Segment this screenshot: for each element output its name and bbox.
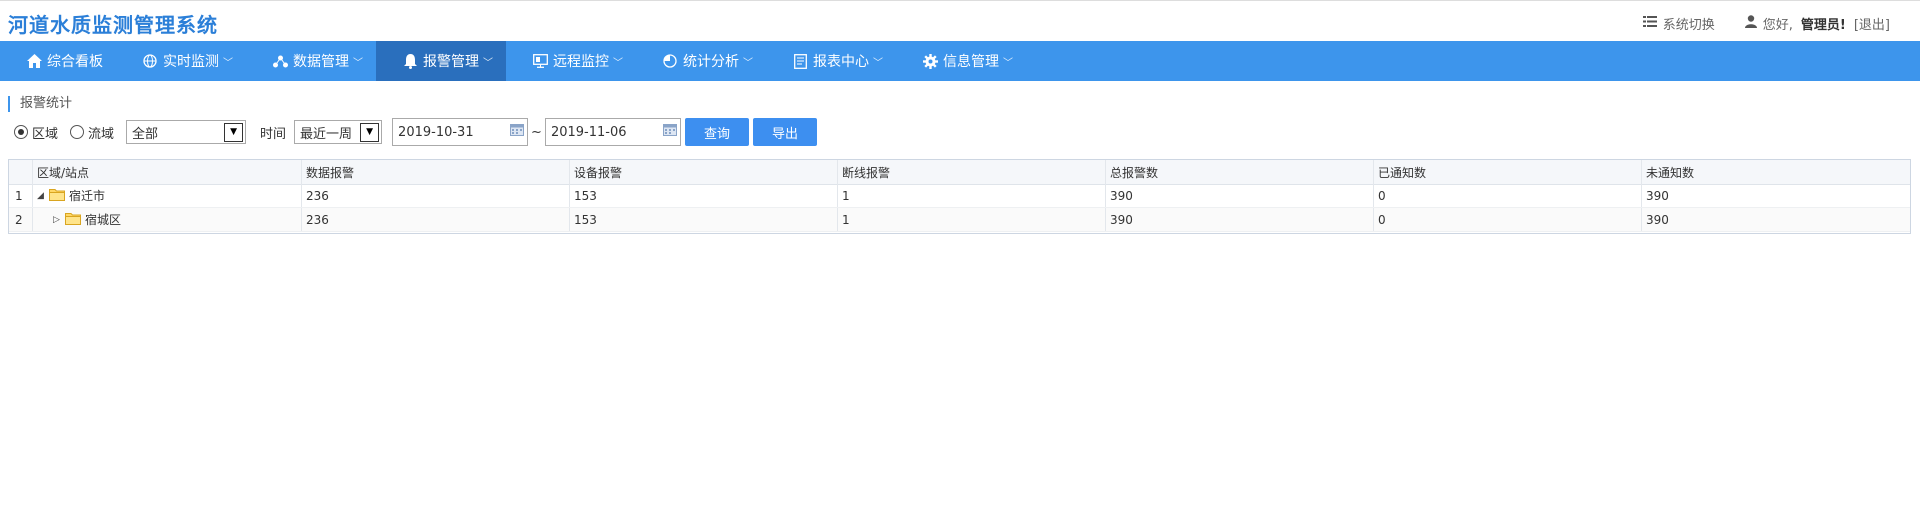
time-label: 时间: [260, 126, 287, 142]
offline-alarm-cell: 1: [838, 208, 1106, 231]
tree-node-label[interactable]: 宿城区: [85, 211, 121, 228]
nav-label: 远程监控: [553, 54, 609, 70]
not-notified-cell: 390: [1646, 188, 1669, 203]
table-header: 区域/站点 数据报警 设备报警 断线报警 总报警数 已通知数 未通知数: [9, 160, 1910, 185]
calendar-icon[interactable]: [510, 124, 525, 140]
nav-item-report[interactable]: 报表中心 ﹀: [766, 41, 896, 81]
column-header[interactable]: 断线报警: [838, 160, 1106, 184]
column-header[interactable]: 区域/站点: [33, 160, 302, 184]
expanded-arrow-icon[interactable]: ◢: [37, 191, 47, 201]
monitor-icon: [532, 53, 548, 69]
total-alarm-cell: 390: [1106, 184, 1374, 207]
notified-cell: 0: [1374, 184, 1642, 207]
filter-bar: 区域 流域 全部 ▼ 时间 最近一周 ▼ 2019-10-31 ~ 2019-1…: [14, 118, 817, 146]
area-select[interactable]: 全部 ▼: [126, 120, 247, 144]
tree-cell: ▷ 宿城区: [33, 208, 302, 231]
folder-icon: [65, 212, 81, 228]
column-header[interactable]: 设备报警: [570, 160, 838, 184]
user-info: 您好, 管理员! [退出]: [1744, 14, 1890, 33]
nav-label: 实时监测: [163, 54, 219, 70]
column-header[interactable]: 未通知数: [1642, 160, 1910, 184]
device-alarm-cell: 153: [570, 208, 838, 231]
user-icon: [1744, 15, 1757, 32]
row-index: 2: [9, 208, 33, 231]
date-to-input[interactable]: 2019-11-06: [544, 118, 681, 146]
collapsed-arrow-icon[interactable]: ▷: [53, 215, 63, 225]
nav-item-statistics[interactable]: 统计分析 ﹀: [636, 41, 766, 81]
header-index: [9, 160, 33, 184]
chevron-down-icon: ﹀: [743, 57, 753, 69]
chevron-down-icon: ﹀: [483, 57, 493, 69]
column-header[interactable]: 已通知数: [1374, 160, 1642, 184]
time-select[interactable]: 最近一周 ▼: [294, 120, 383, 144]
nav-label: 信息管理: [943, 54, 999, 70]
nav-label: 报警管理: [423, 54, 479, 70]
system-switch-button[interactable]: 系统切换: [1642, 14, 1715, 33]
home-icon: [26, 53, 42, 69]
header-right: 系统切换 您好, 管理员! [退出]: [1613, 14, 1890, 33]
data-alarm-cell: 236: [302, 184, 570, 207]
folder-icon: [49, 188, 65, 204]
radio-basin-label: 流域: [88, 126, 115, 142]
chevron-down-icon: ﹀: [613, 57, 623, 69]
nav-item-remote[interactable]: 远程监控 ﹀: [506, 41, 636, 81]
nav-label: 统计分析: [683, 54, 739, 70]
chevron-down-icon: ﹀: [1003, 57, 1013, 69]
not-notified-cell: 390: [1646, 212, 1669, 227]
nav-label: 数据管理: [293, 54, 349, 70]
tree-cell: ◢ 宿迁市: [33, 184, 302, 207]
data-alarm-cell: 236: [302, 208, 570, 231]
bell-icon: [402, 53, 418, 69]
globe-icon: [142, 53, 158, 69]
chevron-down-icon: ▼: [360, 122, 380, 142]
nav-label: 综合看板: [47, 54, 103, 70]
nav-item-dashboard[interactable]: 综合看板: [0, 41, 116, 81]
list-icon: [1642, 16, 1657, 31]
total-alarm-cell: 390: [1106, 208, 1374, 231]
chevron-down-icon: ▼: [224, 122, 244, 142]
system-switch-label: 系统切换: [1662, 18, 1715, 33]
date-from-input[interactable]: 2019-10-31: [392, 118, 529, 146]
main-nav: 综合看板 实时监测 ﹀ 数据管理 ﹀ 报警管理 ﹀ 远程监控 ﹀ 统计分析 ﹀ …: [0, 41, 1920, 81]
nav-item-info[interactable]: 信息管理 ﹀: [896, 41, 1026, 81]
report-icon: [792, 53, 808, 69]
pie-chart-icon: [662, 53, 678, 69]
area-select-value: 全部: [132, 126, 159, 142]
share-nodes-icon: [272, 53, 288, 69]
column-header[interactable]: 总报警数: [1106, 160, 1374, 184]
table-row[interactable]: 2 ▷ 宿城区 236 153 1 390 0 390: [9, 208, 1910, 232]
column-header[interactable]: 数据报警: [302, 160, 570, 184]
nav-item-data[interactable]: 数据管理 ﹀: [246, 41, 376, 81]
tree-node-label[interactable]: 宿迁市: [69, 187, 105, 204]
app-title: 河道水质监测管理系统: [8, 13, 218, 37]
gear-icon: [922, 53, 938, 69]
logout-link[interactable]: [退出]: [1854, 14, 1890, 33]
table-row[interactable]: 1 ◢ 宿迁市 236 153 1 390 0 390: [9, 184, 1910, 208]
radio-basin[interactable]: [70, 125, 85, 139]
chevron-down-icon: ﹀: [873, 57, 883, 69]
nav-item-alarm[interactable]: 报警管理 ﹀: [376, 41, 506, 81]
chevron-down-icon: ﹀: [223, 57, 233, 69]
export-button[interactable]: 导出: [752, 118, 817, 146]
row-index: 1: [9, 184, 33, 207]
date-separator: ~: [531, 124, 542, 140]
chevron-down-icon: ﹀: [353, 57, 363, 69]
nav-label: 报表中心: [813, 54, 869, 70]
radio-region[interactable]: [14, 125, 28, 139]
page-title: 报警统计: [8, 96, 72, 112]
query-button[interactable]: 查询: [684, 118, 749, 146]
alarm-stat-table: 区域/站点 数据报警 设备报警 断线报警 总报警数 已通知数 未通知数 1 ◢ …: [8, 159, 1911, 234]
offline-alarm-cell: 1: [838, 184, 1106, 207]
time-select-value: 最近一周: [300, 126, 353, 142]
notified-cell: 0: [1374, 208, 1642, 231]
date-to-value: 2019-11-06: [550, 124, 627, 140]
calendar-icon[interactable]: [662, 124, 677, 140]
date-from-value: 2019-10-31: [398, 124, 474, 140]
top-header: 河道水质监测管理系统 系统切换 您好, 管理员! [退出]: [0, 0, 1920, 42]
greeting-text: 您好,: [1762, 18, 1793, 33]
device-alarm-cell: 153: [570, 184, 838, 207]
username: 管理员!: [1800, 18, 1846, 33]
radio-region-label: 区域: [32, 126, 59, 142]
nav-item-realtime[interactable]: 实时监测 ﹀: [116, 41, 246, 81]
